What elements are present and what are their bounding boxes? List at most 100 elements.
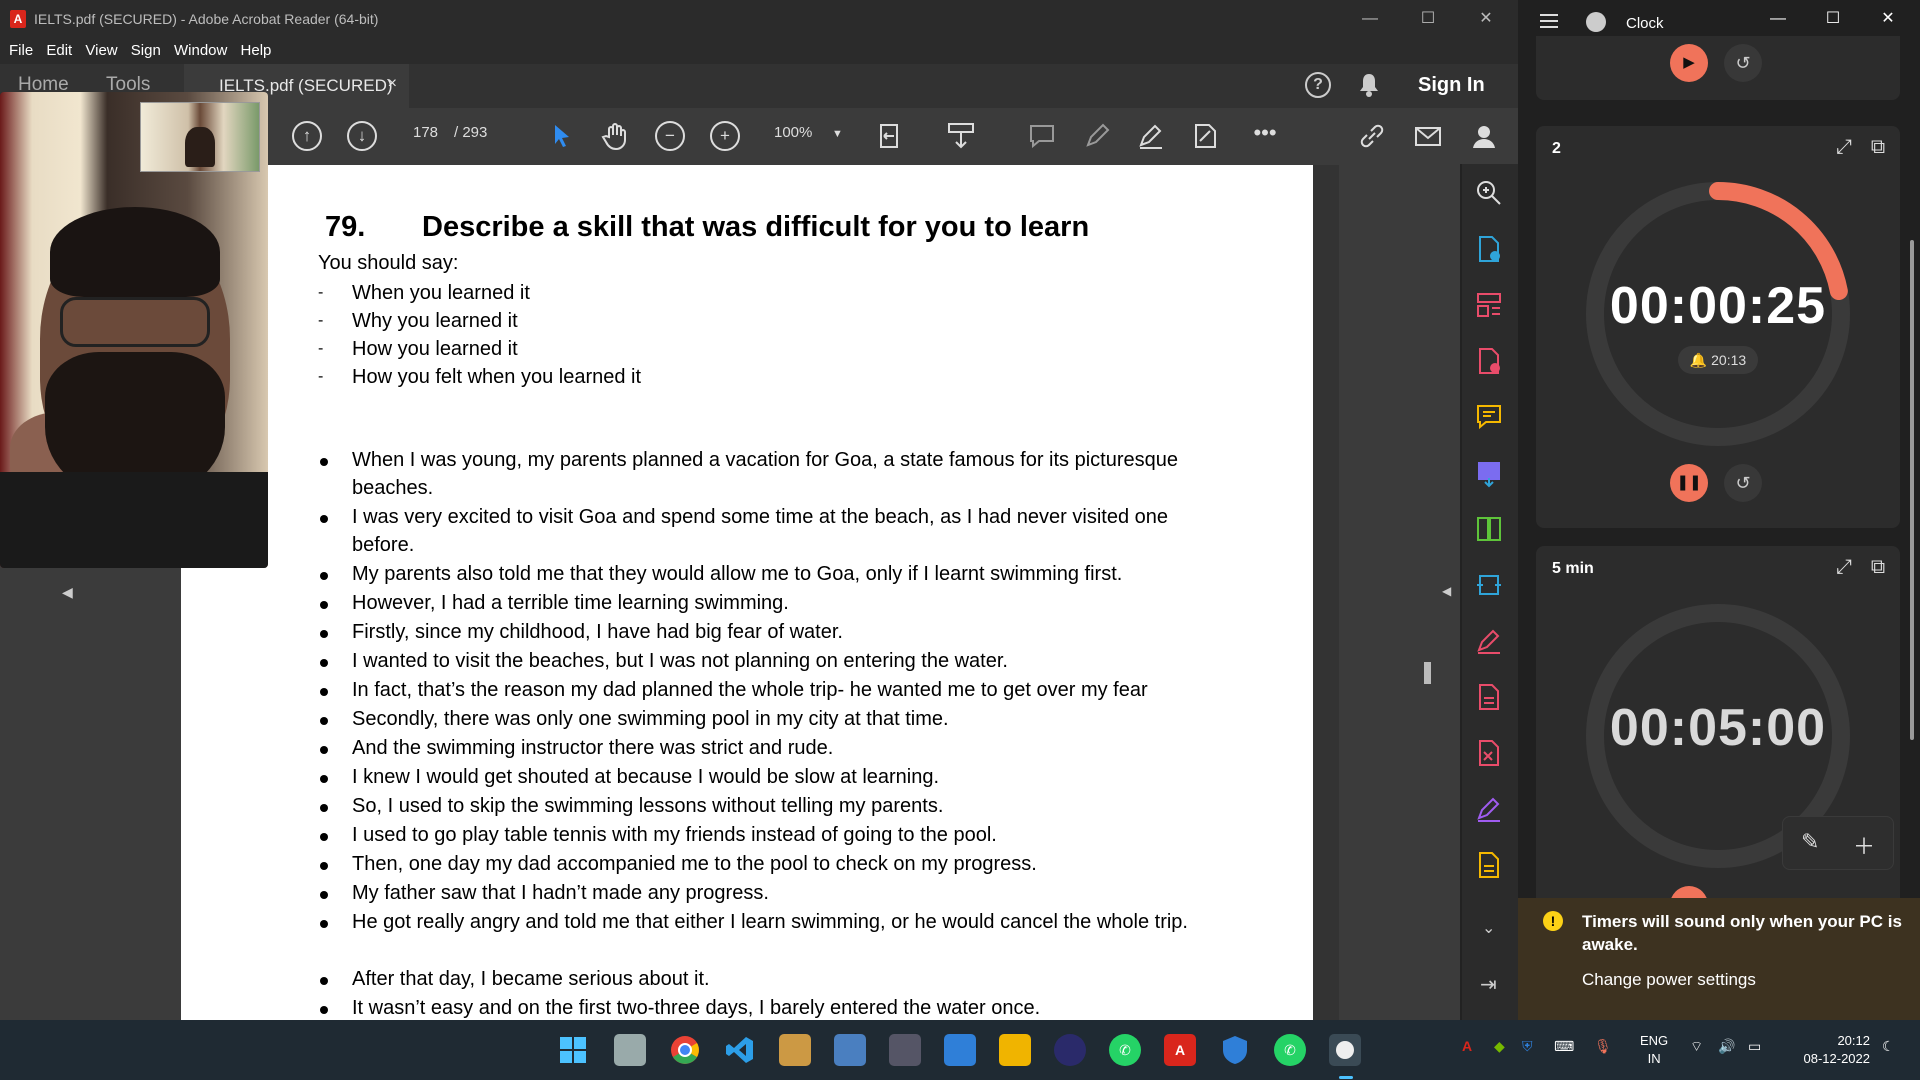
eclipse-icon[interactable] — [1054, 1034, 1086, 1066]
file-explorer-icon[interactable] — [999, 1034, 1031, 1066]
volume-icon[interactable]: 🔊 — [1718, 1038, 1735, 1055]
scroll-track[interactable] — [1313, 165, 1339, 1020]
acrobat-tray-icon[interactable]: A — [1462, 1038, 1472, 1054]
notification-icon[interactable]: ☾ — [1882, 1038, 1895, 1055]
answer-bullet: However, I had a terrible time learning … — [318, 589, 1218, 617]
reset-button[interactable]: ↺ — [1724, 464, 1762, 502]
whatsapp-icon[interactable]: ✆ — [1109, 1034, 1141, 1066]
help-icon[interactable]: ? — [1305, 72, 1331, 98]
zoom-out-icon[interactable]: − — [655, 121, 685, 151]
expand-icon[interactable]: ⤢ — [1832, 136, 1856, 160]
more-icon[interactable]: ••• — [1250, 121, 1280, 151]
menu-file[interactable]: File — [9, 42, 33, 59]
photos-icon[interactable] — [834, 1034, 866, 1066]
battery-icon[interactable]: ▭ — [1748, 1038, 1761, 1055]
user-icon[interactable] — [1469, 121, 1499, 151]
snipping-tool-icon[interactable] — [779, 1034, 811, 1066]
scroll-mode-icon[interactable] — [946, 121, 976, 151]
fill-sign-icon[interactable] — [1190, 121, 1220, 151]
clock-scrollbar[interactable] — [1910, 240, 1914, 740]
request-signature-icon[interactable] — [1474, 794, 1504, 824]
zoom-in-icon[interactable]: + — [710, 121, 740, 151]
collapse-pane-icon[interactable]: ⇥ — [1480, 972, 1497, 997]
zoom-search-icon[interactable] — [1474, 178, 1504, 208]
page-fit-icon[interactable] — [877, 121, 907, 151]
play-button[interactable]: ▶ — [1670, 44, 1708, 82]
comment-tool-icon[interactable] — [1474, 402, 1504, 432]
whatsapp-icon[interactable]: ✆ — [1274, 1034, 1306, 1066]
more-tools-chevron-icon[interactable]: ⌄ — [1482, 918, 1495, 938]
keep-on-top-icon[interactable]: ⧉ — [1866, 556, 1890, 580]
menu-bar: File Edit View Sign Window Help — [0, 38, 1518, 64]
pdf-page: 79. Describe a skill that was difficult f… — [181, 165, 1313, 1020]
menu-help[interactable]: Help — [241, 42, 272, 59]
notepad-icon[interactable] — [944, 1034, 976, 1066]
start-button-icon[interactable] — [557, 1034, 589, 1066]
defender-icon[interactable] — [1219, 1034, 1251, 1066]
nvidia-tray-icon[interactable]: ◆ — [1494, 1038, 1505, 1055]
menu-view[interactable]: View — [85, 42, 117, 59]
edit-pdf-icon[interactable] — [1474, 458, 1504, 488]
security-tray-icon[interactable]: ⛨ — [1522, 1038, 1533, 1055]
sign-in-button[interactable]: Sign In — [1418, 74, 1485, 97]
taskbar-clock[interactable]: 20:12 08-12-2022 — [1790, 1032, 1871, 1068]
hand-icon[interactable] — [600, 121, 630, 151]
timer-remaining: 00:05:00 — [1609, 699, 1827, 757]
next-page-icon[interactable]: ↓ — [347, 121, 377, 151]
vscode-icon[interactable] — [724, 1034, 756, 1066]
scrollbar-thumb[interactable] — [1424, 662, 1431, 684]
notification-bell-icon[interactable] — [1358, 72, 1380, 98]
answer-bullet: I wanted to visit the beaches, but I was… — [318, 647, 1218, 675]
collapse-right-panel-icon[interactable]: ◀ — [1442, 584, 1451, 598]
clock-minimize-button[interactable]: — — [1758, 6, 1798, 32]
change-power-settings-link[interactable]: Change power settings — [1582, 970, 1756, 990]
close-button[interactable]: ✕ — [1466, 6, 1506, 32]
expand-icon[interactable]: ⤢ — [1832, 556, 1856, 580]
pdf-document-icon[interactable] — [1474, 682, 1504, 712]
hamburger-menu-icon[interactable] — [1540, 14, 1558, 28]
menu-edit[interactable]: Edit — [46, 42, 72, 59]
zoom-dropdown-icon[interactable]: ▼ — [832, 128, 843, 140]
language-indicator[interactable]: ENG IN — [1640, 1032, 1668, 1068]
clock-maximize-button[interactable]: ☐ — [1813, 6, 1853, 32]
prev-page-icon[interactable]: ↑ — [292, 121, 322, 151]
keep-on-top-icon[interactable]: ⧉ — [1866, 136, 1890, 160]
pause-button[interactable]: ❚❚ — [1670, 464, 1708, 502]
fill-sign-tool-icon[interactable] — [1474, 626, 1504, 656]
keyboard-tray-icon[interactable]: ⌨ — [1554, 1038, 1574, 1055]
send-for-review-icon[interactable] — [1474, 850, 1504, 880]
calculator-icon[interactable] — [889, 1034, 921, 1066]
compress-icon[interactable] — [1474, 514, 1504, 544]
highlight-icon[interactable] — [1082, 121, 1112, 151]
create-pdf-icon[interactable] — [1474, 234, 1504, 264]
page-total: / 293 — [454, 124, 488, 141]
convert-icon[interactable] — [1474, 570, 1504, 600]
select-cursor-icon[interactable] — [547, 121, 577, 151]
add-timer-icon[interactable]: ＋ — [1853, 829, 1875, 861]
organize-pages-icon[interactable] — [1474, 290, 1504, 320]
wifi-icon[interactable]: ⌔ — [1690, 1038, 1703, 1056]
maximize-button[interactable]: ☐ — [1408, 6, 1448, 32]
edit-timers-icon[interactable]: ✎ — [1801, 829, 1819, 855]
reset-button[interactable]: ↺ — [1724, 44, 1762, 82]
power-warning-banner: ! Timers will sound only when your PC is… — [1518, 898, 1920, 1020]
page-number-input[interactable]: 178 — [413, 124, 438, 141]
clock-close-button[interactable]: ✕ — [1868, 6, 1908, 32]
menu-window[interactable]: Window — [174, 42, 227, 59]
email-icon[interactable] — [1413, 121, 1443, 151]
expand-left-panel-icon[interactable]: ◀ — [62, 584, 73, 601]
chrome-icon[interactable] — [669, 1034, 701, 1066]
acrobat-taskbar-icon[interactable]: A — [1164, 1034, 1196, 1066]
protect-icon[interactable] — [1474, 738, 1504, 768]
tab-close-button[interactable]: × — [388, 75, 397, 93]
share-link-icon[interactable] — [1357, 121, 1387, 151]
menu-sign[interactable]: Sign — [131, 42, 161, 59]
sign-icon[interactable] — [1136, 121, 1166, 151]
zoom-level[interactable]: 100% — [774, 124, 812, 141]
export-pdf-icon[interactable] — [1474, 346, 1504, 376]
comment-icon[interactable] — [1027, 121, 1057, 151]
task-view-icon[interactable] — [614, 1034, 646, 1066]
clock-taskbar-icon[interactable] — [1329, 1034, 1361, 1066]
minimize-button[interactable]: — — [1350, 6, 1390, 32]
microphone-tray-icon[interactable]: 🎙 — [1594, 1038, 1612, 1055]
